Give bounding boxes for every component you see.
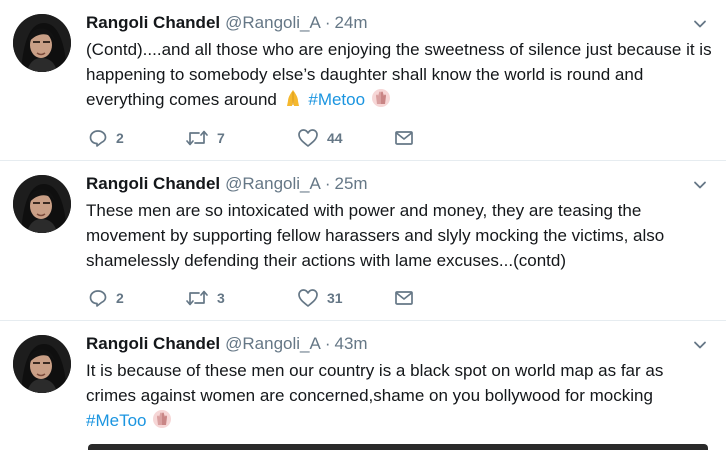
author-handle[interactable]: @Rangoli_A bbox=[225, 173, 321, 195]
raised-hands-emoji bbox=[371, 88, 391, 115]
like-count: 31 bbox=[327, 290, 343, 306]
separator-dot: · bbox=[324, 334, 331, 353]
like-button[interactable]: 44 bbox=[297, 128, 394, 148]
author-name[interactable]: Rangoli Chandel bbox=[86, 333, 220, 355]
reply-icon bbox=[89, 290, 107, 307]
tweet-text: These men are so intoxicated with power … bbox=[86, 198, 716, 273]
embedded-media-edge bbox=[88, 444, 708, 450]
tweet-text-body: These men are so intoxicated with power … bbox=[86, 201, 665, 270]
direct-message-button[interactable] bbox=[394, 289, 414, 307]
author-handle[interactable]: @Rangoli_A bbox=[225, 333, 321, 355]
tweet-text-body: (Contd)....and all those who are enjoyin… bbox=[86, 40, 712, 109]
retweet-button[interactable]: 7 bbox=[185, 128, 297, 148]
avatar[interactable] bbox=[13, 335, 71, 393]
reply-icon bbox=[89, 130, 107, 147]
tweet-header: Rangoli Chandel @Rangoli_A · 24m bbox=[86, 12, 712, 34]
chevron-down-icon[interactable] bbox=[692, 177, 708, 193]
folded-hands-emoji bbox=[283, 88, 303, 115]
tweet-header: Rangoli Chandel @Rangoli_A · 25m bbox=[86, 173, 712, 195]
like-count: 44 bbox=[327, 130, 343, 146]
like-button[interactable]: 31 bbox=[297, 288, 394, 308]
retweet-button[interactable]: 3 bbox=[185, 288, 297, 308]
retweet-icon bbox=[186, 130, 208, 146]
retweet-icon bbox=[186, 290, 208, 306]
tweet-header: Rangoli Chandel @Rangoli_A · 43m bbox=[86, 333, 712, 355]
tweet-feed: Rangoli Chandel @Rangoli_A · 24m (Contd)… bbox=[0, 0, 726, 450]
tweet[interactable]: Rangoli Chandel @Rangoli_A · 24m (Contd)… bbox=[0, 0, 726, 161]
direct-message-button[interactable] bbox=[394, 129, 414, 147]
tweet[interactable]: Rangoli Chandel @Rangoli_A · 43m It is b… bbox=[0, 321, 726, 450]
hashtag-link[interactable]: #MeToo bbox=[86, 411, 146, 430]
tweet-text: (Contd)....and all those who are enjoyin… bbox=[86, 37, 716, 115]
retweet-count: 7 bbox=[217, 130, 225, 146]
envelope-icon bbox=[395, 291, 413, 305]
avatar[interactable] bbox=[13, 14, 71, 72]
tweet-actions: 2 3 31 bbox=[88, 288, 414, 308]
heart-icon bbox=[298, 289, 318, 307]
tweet-timestamp[interactable]: 24m bbox=[335, 12, 368, 34]
separator-dot: · bbox=[324, 174, 331, 193]
envelope-icon bbox=[395, 131, 413, 145]
tweet[interactable]: Rangoli Chandel @Rangoli_A · 25m These m… bbox=[0, 161, 726, 321]
author-name[interactable]: Rangoli Chandel bbox=[86, 12, 220, 34]
retweet-count: 3 bbox=[217, 290, 225, 306]
hashtag-link[interactable]: #Metoo bbox=[308, 90, 365, 109]
tweet-timestamp[interactable]: 25m bbox=[335, 173, 368, 195]
chevron-down-icon[interactable] bbox=[692, 16, 708, 32]
reply-count: 2 bbox=[116, 130, 124, 146]
tweet-text-body: It is because of these men our country i… bbox=[86, 361, 664, 405]
chevron-down-icon[interactable] bbox=[692, 337, 708, 353]
separator-dot: · bbox=[324, 13, 331, 32]
author-name[interactable]: Rangoli Chandel bbox=[86, 173, 220, 195]
reply-count: 2 bbox=[116, 290, 124, 306]
reply-button[interactable]: 2 bbox=[88, 288, 185, 308]
avatar[interactable] bbox=[13, 175, 71, 233]
author-handle[interactable]: @Rangoli_A bbox=[225, 12, 321, 34]
tweet-text: It is because of these men our country i… bbox=[86, 358, 716, 436]
tweet-timestamp[interactable]: 43m bbox=[335, 333, 368, 355]
heart-icon bbox=[298, 129, 318, 147]
reply-button[interactable]: 2 bbox=[88, 128, 185, 148]
tweet-actions: 2 7 44 bbox=[88, 128, 414, 148]
raised-hands-emoji bbox=[152, 409, 172, 436]
